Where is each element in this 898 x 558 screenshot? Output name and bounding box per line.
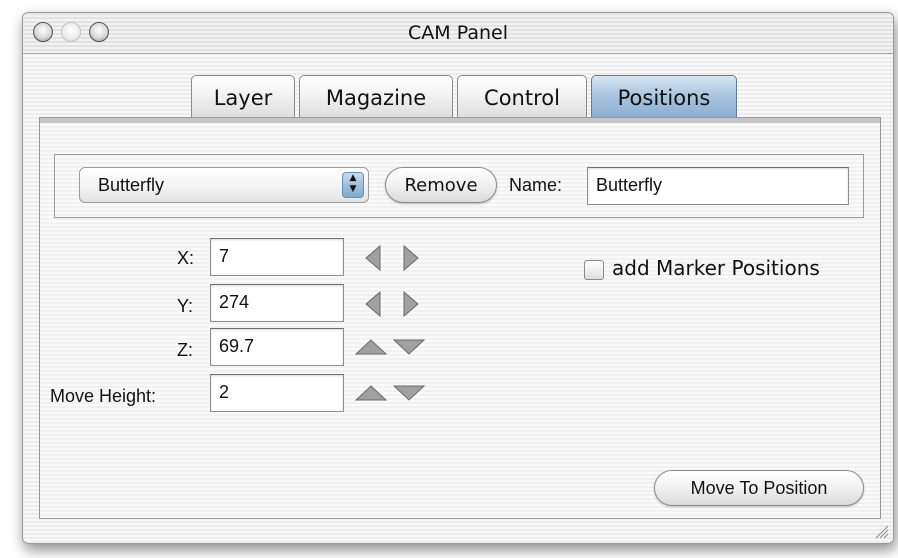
x-field[interactable]: 7 bbox=[210, 238, 344, 276]
name-field[interactable]: Butterfly bbox=[587, 167, 849, 205]
add-marker-positions-checkbox[interactable] bbox=[584, 260, 604, 280]
tab-magazine[interactable]: Magazine bbox=[299, 75, 453, 119]
y-field[interactable]: 274 bbox=[210, 284, 344, 322]
x-increment-arrow-icon[interactable] bbox=[390, 242, 434, 274]
move-height-down-arrow-icon[interactable] bbox=[390, 380, 430, 406]
title-bar[interactable]: CAM Panel bbox=[23, 13, 893, 54]
move-to-position-label: Move To Position bbox=[690, 477, 828, 498]
popup-stepper-icon: ▲ ▼ bbox=[342, 172, 364, 198]
z-field[interactable]: 69.7 bbox=[210, 328, 344, 366]
move-height-label: Move Height: bbox=[50, 386, 157, 406]
z-down-arrow-icon[interactable] bbox=[390, 334, 430, 360]
y-increment-arrow-icon[interactable] bbox=[390, 288, 434, 320]
y-label: Y: bbox=[177, 296, 194, 316]
move-to-position-button[interactable]: Move To Position bbox=[654, 470, 864, 506]
x-label: X: bbox=[177, 248, 195, 268]
add-marker-positions-label: add Marker Positions bbox=[612, 256, 820, 280]
remove-button[interactable]: Remove bbox=[385, 167, 497, 203]
tab-layer[interactable]: Layer bbox=[191, 75, 295, 119]
position-popup-value: Butterfly bbox=[98, 175, 165, 195]
window-title: CAM Panel bbox=[408, 22, 508, 44]
tab-positions[interactable]: Positions bbox=[591, 75, 737, 119]
resize-grip-icon[interactable] bbox=[873, 523, 889, 539]
cam-panel-window: CAM Panel Layer Magazine Control Positio… bbox=[22, 12, 894, 544]
position-popup[interactable]: Butterfly ▲ ▼ bbox=[79, 167, 369, 203]
tab-control[interactable]: Control bbox=[457, 75, 587, 119]
z-label: Z: bbox=[177, 340, 193, 360]
name-label: Name: bbox=[509, 175, 563, 195]
move-height-up-arrow-icon[interactable] bbox=[352, 380, 392, 406]
z-up-arrow-icon[interactable] bbox=[352, 334, 392, 360]
positions-panel: Butterfly ▲ ▼ Remove Name: Butterfly X: 7… bbox=[39, 117, 881, 519]
move-height-field[interactable]: 2 bbox=[210, 374, 344, 412]
position-selector-group: Butterfly ▲ ▼ Remove Name: Butterfly bbox=[54, 154, 864, 218]
